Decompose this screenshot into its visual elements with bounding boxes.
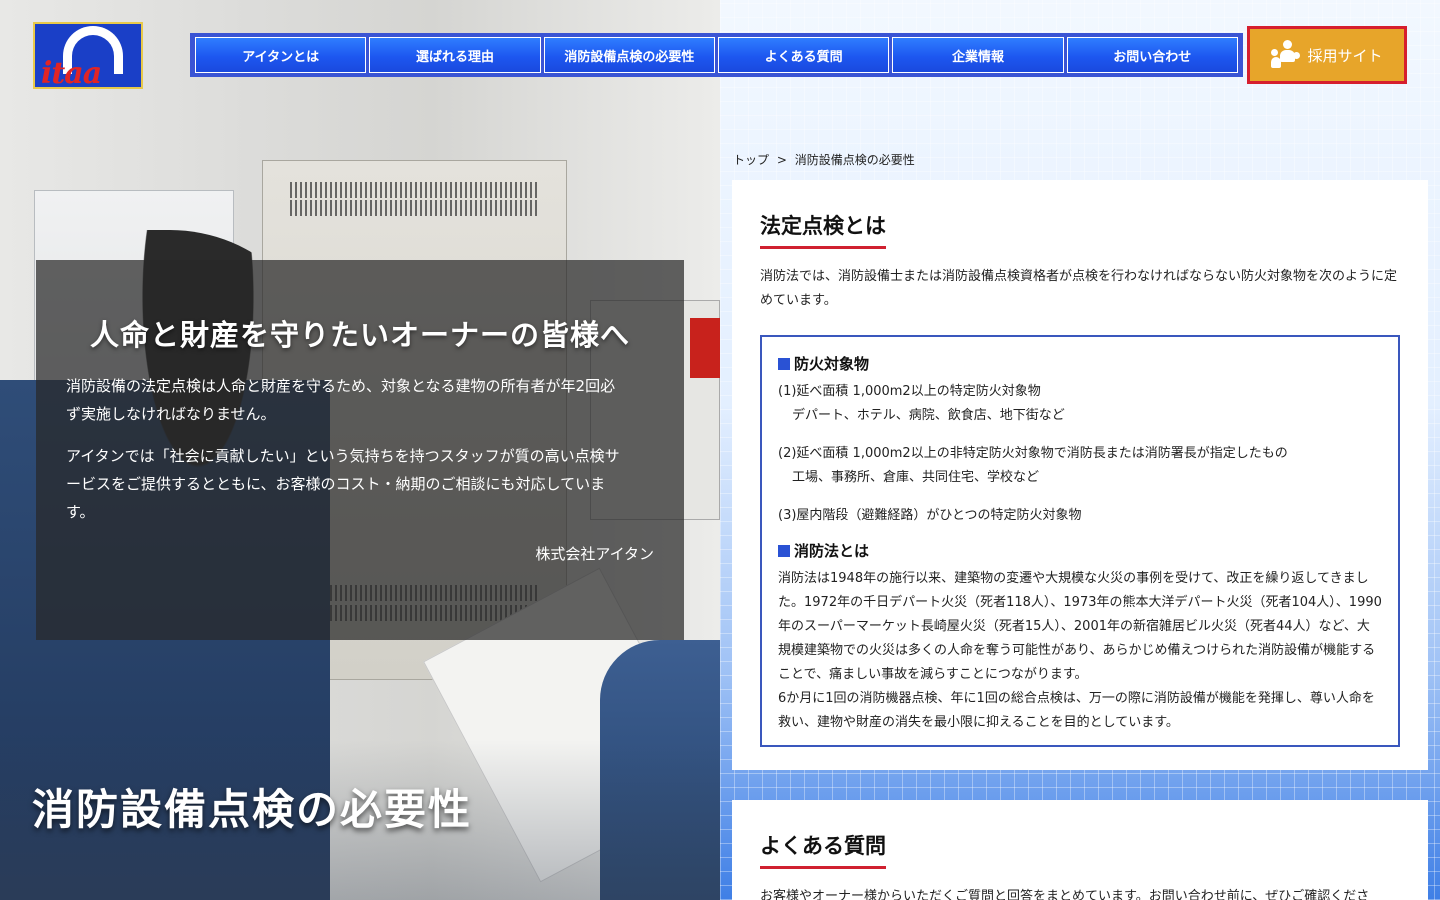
law-paragraph-1: 消防法は1948年の施行以来、建築物の変遷や大規模な火災の事例を受けて、改正を繰…: [778, 571, 1382, 682]
item-sub: デパート、ホテル、病院、飲食店、地下街など: [792, 408, 1065, 423]
hero-paragraph-2: アイタンでは「社会に貢献したい」という気持ちを持つスタッフが質の高い点検サービス…: [66, 447, 620, 521]
hero-signature: 株式会社アイタン: [535, 545, 654, 563]
recruit-button[interactable]: 採用サイト: [1247, 26, 1407, 84]
law-paragraph-2: 6か月に1回の消防機器点検、年に1回の総合点検は、万一の際に消防設備が機能を発揮…: [778, 691, 1375, 730]
item-sub: 工場、事務所、倉庫、共同住宅、学校など: [792, 470, 1040, 485]
people-icon: [1271, 40, 1301, 70]
recruit-label: 採用サイト: [1307, 46, 1383, 65]
box-heading-fire-objects: 防火対象物: [778, 353, 1382, 374]
hero-paragraph-1: 消防設備の法定点検は人命と財産を守るため、対象となる建物の所有者が年2回必ず実施…: [66, 377, 616, 423]
section-lead: お客様やオーナー様からいただくご質問と回答をまとめています。お問い合わせ前に、ぜ…: [760, 889, 1370, 900]
nav-item-necessity[interactable]: 消防設備点検の必要性: [543, 37, 715, 73]
section-title: よくある質問: [760, 800, 886, 869]
breadcrumb-current: 消防設備点検の必要性: [794, 153, 915, 167]
breadcrumb-separator: >: [776, 153, 787, 167]
square-bullet-icon: [778, 357, 790, 370]
box-heading-text: 消防法とは: [794, 542, 870, 560]
faq-card: よくある質問 お客様やオーナー様からいただくご質問と回答をまとめています。お問い…: [732, 800, 1428, 900]
section-lead: 消防法では、消防設備士または消防設備点検資格者が点検を行わなければならない防火対…: [760, 269, 1398, 308]
section-title: 法定点検とは: [760, 180, 886, 249]
hero-message-box: 人命と財産を守りたいオーナーの皆様へ 消防設備の法定点検は人命と財産を守るため、…: [36, 260, 684, 640]
hero-vent: [290, 182, 540, 198]
item-main: (1)延べ面積 1,000m2以上の特定防火対象物: [778, 384, 1041, 399]
nav-item-faq[interactable]: よくある質問: [717, 37, 890, 73]
nav-item-contact[interactable]: お問い合わせ: [1066, 37, 1238, 73]
item-main: (3)屋内階段（避難経路）がひとつの特定防火対象物: [778, 508, 1082, 523]
nav-item-about[interactable]: アイタンとは: [195, 37, 367, 73]
legal-inspection-card: 法定点検とは 消防法では、消防設備士または消防設備点検資格者が点検を行わなければ…: [732, 180, 1428, 770]
item-main: (2)延べ面積 1,000m2以上の非特定防火対象物で消防長または消防署長が指定…: [778, 446, 1288, 461]
hero-vent: [290, 200, 540, 216]
page-title: 消防設備点検の必要性: [32, 785, 473, 834]
list-item: (2)延べ面積 1,000m2以上の非特定防火対象物で消防長または消防署長が指定…: [778, 442, 1382, 490]
hero-red-label: [690, 318, 720, 378]
box-heading-text: 防火対象物: [794, 355, 870, 373]
breadcrumb-home[interactable]: トップ: [733, 153, 769, 167]
square-bullet-icon: [778, 544, 790, 557]
list-item: (1)延べ面積 1,000m2以上の特定防火対象物 デパート、ホテル、病院、飲食…: [778, 380, 1382, 428]
main-nav: アイタンとは 選ばれる理由 消防設備点検の必要性 よくある質問 企業情報 お問い…: [190, 33, 1243, 77]
nav-item-reasons[interactable]: 選ばれる理由: [369, 37, 541, 73]
info-box: 防火対象物 (1)延べ面積 1,000m2以上の特定防火対象物 デパート、ホテル…: [760, 335, 1400, 747]
logo-text: itaa: [41, 56, 102, 89]
hero-heading: 人命と財産を守りたいオーナーの皆様へ: [89, 318, 630, 352]
box-heading-fire-law: 消防法とは: [778, 540, 1382, 561]
nav-item-company[interactable]: 企業情報: [892, 37, 1064, 73]
breadcrumb: トップ > 消防設備点検の必要性: [733, 151, 919, 168]
logo[interactable]: itaa: [33, 22, 143, 89]
list-item: (3)屋内階段（避難経路）がひとつの特定防火対象物: [778, 504, 1382, 528]
